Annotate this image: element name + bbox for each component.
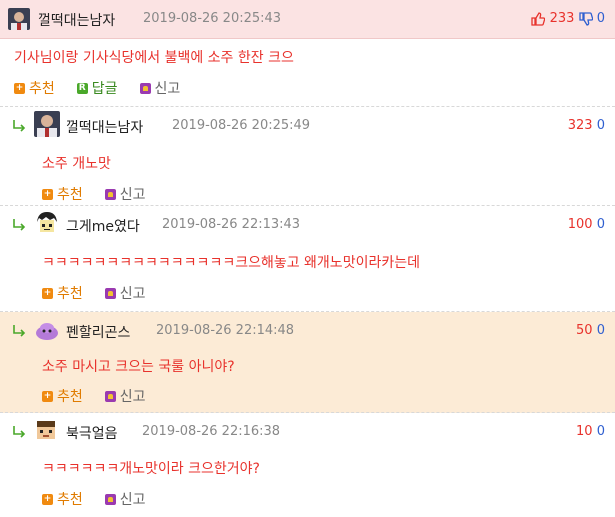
- report-button[interactable]: 신고: [139, 78, 180, 98]
- comment-text: 소주 마시고 크으는 국룰 아니야?: [42, 359, 235, 375]
- vote-score: 233 0: [531, 11, 605, 26]
- timestamp: 2019-08-26 22:14:48: [156, 323, 295, 338]
- timestamp: 2019-08-26 22:16:38: [142, 424, 281, 439]
- nickname[interactable]: 북극얼음: [66, 423, 118, 443]
- comment-actions: + 추천 신고: [42, 489, 146, 509]
- reply-comment: 북극얼음 2019-08-26 22:16:38 10 0 ㅋㅋㅋㅋㅋㅋ개노맛이…: [0, 413, 615, 517]
- reply-arrow-icon: [13, 426, 26, 438]
- comment-text: 소주 개노맛: [42, 156, 111, 172]
- reply-arrow-icon: [13, 120, 26, 132]
- reply-arrow-icon: [13, 325, 26, 337]
- comment-actions: + 추천 R 답글 신고: [14, 78, 180, 98]
- main-comment-header: 껄떡대는남자 2019-08-26 20:25:43 233 0: [0, 0, 615, 39]
- siren-icon: [139, 82, 151, 94]
- reply-comment: 껄떡대는남자 2019-08-26 20:25:49 323 0 소주 개노맛 …: [0, 107, 615, 206]
- timestamp: 2019-08-26 20:25:49: [172, 118, 311, 133]
- upvote-count: 50: [576, 323, 593, 338]
- siren-icon: [104, 188, 116, 200]
- nickname[interactable]: 펜할리곤스: [66, 322, 130, 342]
- plus-icon: +: [42, 390, 53, 402]
- plus-icon: +: [42, 287, 53, 299]
- upvote-count: 100: [567, 217, 593, 232]
- siren-icon: [104, 493, 116, 505]
- recommend-button[interactable]: + 추천: [42, 386, 83, 406]
- reply-comment: 그게me였다 2019-08-26 22:13:43 100 0 ㅋㅋㅋㅋㅋㅋㅋ…: [0, 206, 615, 312]
- comment-actions: + 추천 신고: [42, 386, 146, 406]
- timestamp: 2019-08-26 20:25:43: [143, 11, 282, 26]
- nickname[interactable]: 껄떡대는남자: [66, 117, 143, 137]
- upvote-count: 323: [567, 118, 593, 133]
- avatar[interactable]: [8, 8, 30, 30]
- nickname[interactable]: 그게me였다: [66, 216, 140, 236]
- reply-button[interactable]: R 답글: [76, 78, 118, 98]
- recommend-button[interactable]: + 추천: [42, 283, 83, 303]
- report-button[interactable]: 신고: [104, 489, 146, 509]
- recommend-button[interactable]: + 추천: [42, 489, 83, 509]
- report-button[interactable]: 신고: [104, 283, 146, 303]
- vote-score: 50 0: [576, 323, 605, 338]
- plus-icon: +: [42, 188, 53, 200]
- downvote-count: 0: [596, 118, 605, 133]
- comment-text: ㅋㅋㅋㅋㅋㅋㅋㅋㅋㅋㅋㅋㅋㅋㅋ크으해놓고 왜개노맛이라카는데: [42, 255, 420, 271]
- main-comment: 껄떡대는남자 2019-08-26 20:25:43 233 0 기사님이랑 기…: [0, 0, 615, 107]
- upvote-count: 10: [576, 424, 593, 439]
- downvote-count: 0: [596, 217, 605, 232]
- report-button[interactable]: 신고: [104, 184, 146, 204]
- comment-text: ㅋㅋㅋㅋㅋㅋ개노맛이라 크으한거야?: [42, 461, 260, 477]
- downvote-count: 0: [596, 11, 605, 26]
- timestamp: 2019-08-26 22:13:43: [162, 217, 301, 232]
- siren-icon: [104, 390, 116, 402]
- report-button[interactable]: 신고: [104, 386, 146, 406]
- siren-icon: [104, 287, 116, 299]
- avatar[interactable]: [34, 210, 60, 236]
- comment-text: 기사님이랑 기사식당에서 불백에 소주 한잔 크으: [14, 50, 294, 66]
- recommend-button[interactable]: + 추천: [42, 184, 83, 204]
- downvote-count: 0: [596, 323, 605, 338]
- comment-actions: + 추천 신고: [42, 283, 146, 303]
- reply-icon: R: [76, 82, 88, 94]
- plus-icon: +: [42, 493, 53, 505]
- plus-icon: +: [14, 82, 25, 94]
- nickname[interactable]: 껄떡대는남자: [38, 10, 115, 30]
- avatar[interactable]: [34, 111, 60, 137]
- recommend-button[interactable]: + 추천: [14, 78, 55, 98]
- vote-score: 323 0: [568, 118, 605, 133]
- reply-comment: 펜할리곤스 2019-08-26 22:14:48 50 0 소주 마시고 크으…: [0, 312, 615, 413]
- vote-score: 10 0: [576, 424, 605, 439]
- thumbs-up-icon[interactable]: [531, 11, 546, 26]
- reply-arrow-icon: [13, 219, 26, 231]
- thumbs-down-icon[interactable]: [578, 11, 593, 26]
- vote-score: 100 0: [568, 217, 605, 232]
- avatar[interactable]: [34, 419, 58, 443]
- upvote-count: 233: [549, 11, 575, 26]
- comment-actions: + 추천 신고: [42, 184, 146, 204]
- downvote-count: 0: [596, 424, 605, 439]
- avatar[interactable]: [34, 318, 60, 342]
